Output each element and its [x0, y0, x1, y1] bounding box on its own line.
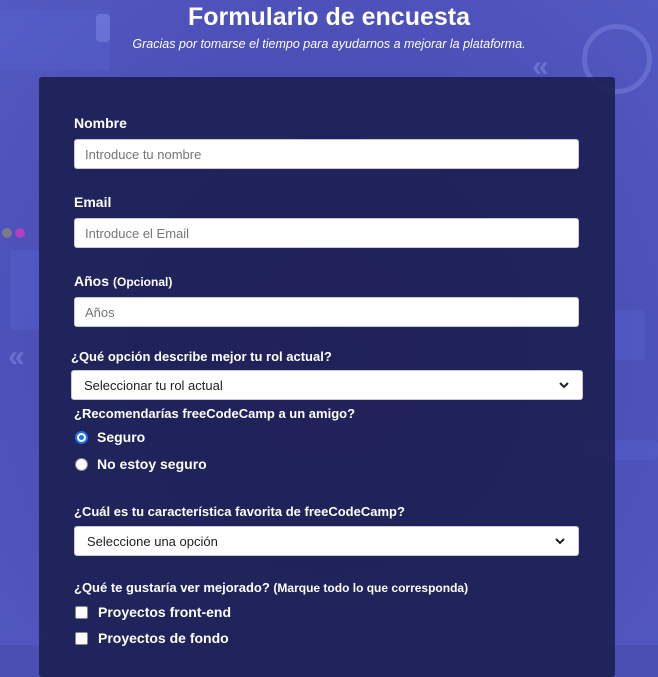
- radio-option-seguro[interactable]: Seguro: [75, 429, 145, 445]
- checkbox-option-backend[interactable]: Proyectos de fondo: [75, 630, 229, 646]
- name-input[interactable]: [74, 139, 579, 169]
- checkbox-label: Proyectos front-end: [98, 604, 232, 620]
- page-description: Gracias por tomarse el tiempo para ayuda…: [132, 37, 526, 51]
- checkbox[interactable]: [75, 605, 88, 619]
- name-label: Nombre: [74, 115, 127, 131]
- favorite-select-value: Seleccione una opción: [87, 533, 218, 549]
- favorite-label: ¿Cuál es tu característica favorita de f…: [74, 504, 405, 519]
- checkbox-option-frontend[interactable]: Proyectos front-end: [75, 604, 231, 620]
- improve-hint: (Marque todo lo que corresponda): [273, 581, 469, 595]
- radio-button[interactable]: [75, 457, 88, 471]
- checkbox[interactable]: [75, 631, 88, 645]
- age-label: Años (Opcional): [74, 273, 172, 291]
- chevron-down-icon: [555, 538, 565, 545]
- age-input[interactable]: [74, 297, 579, 327]
- radio-option-label: Seguro: [97, 429, 146, 445]
- role-select[interactable]: Seleccionar tu rol actual: [71, 370, 583, 400]
- survey-form: Nombre Email Años (Opcional) ¿Qué opción …: [39, 77, 615, 677]
- radio-option-label: No estoy seguro: [97, 456, 207, 472]
- improve-label-text: ¿Qué te gustaría ver mejorado?: [74, 580, 270, 595]
- favorite-select[interactable]: Seleccione una opción: [74, 526, 579, 556]
- recommend-label: ¿Recomendarías freeCodeCamp a un amigo?: [74, 406, 356, 421]
- radio-option-no-seguro[interactable]: No estoy seguro: [75, 456, 207, 472]
- radio-button[interactable]: [75, 430, 88, 444]
- optional-hint: (Opcional): [113, 275, 173, 289]
- age-label-text: Años: [74, 273, 109, 289]
- chevron-down-icon: [559, 382, 569, 389]
- header: Formulario de encuesta Gracias por tomar…: [0, 0, 658, 52]
- role-select-value: Seleccionar tu rol actual: [84, 377, 223, 393]
- email-label: Email: [74, 194, 112, 210]
- page-title: Formulario de encuesta: [187, 3, 471, 31]
- checkbox-label: Proyectos de fondo: [98, 630, 229, 646]
- improve-label: ¿Qué te gustaría ver mejorado? (Marque t…: [74, 579, 468, 597]
- role-label: ¿Qué opción describe mejor tu rol actual…: [71, 349, 332, 364]
- email-input[interactable]: [74, 218, 579, 248]
